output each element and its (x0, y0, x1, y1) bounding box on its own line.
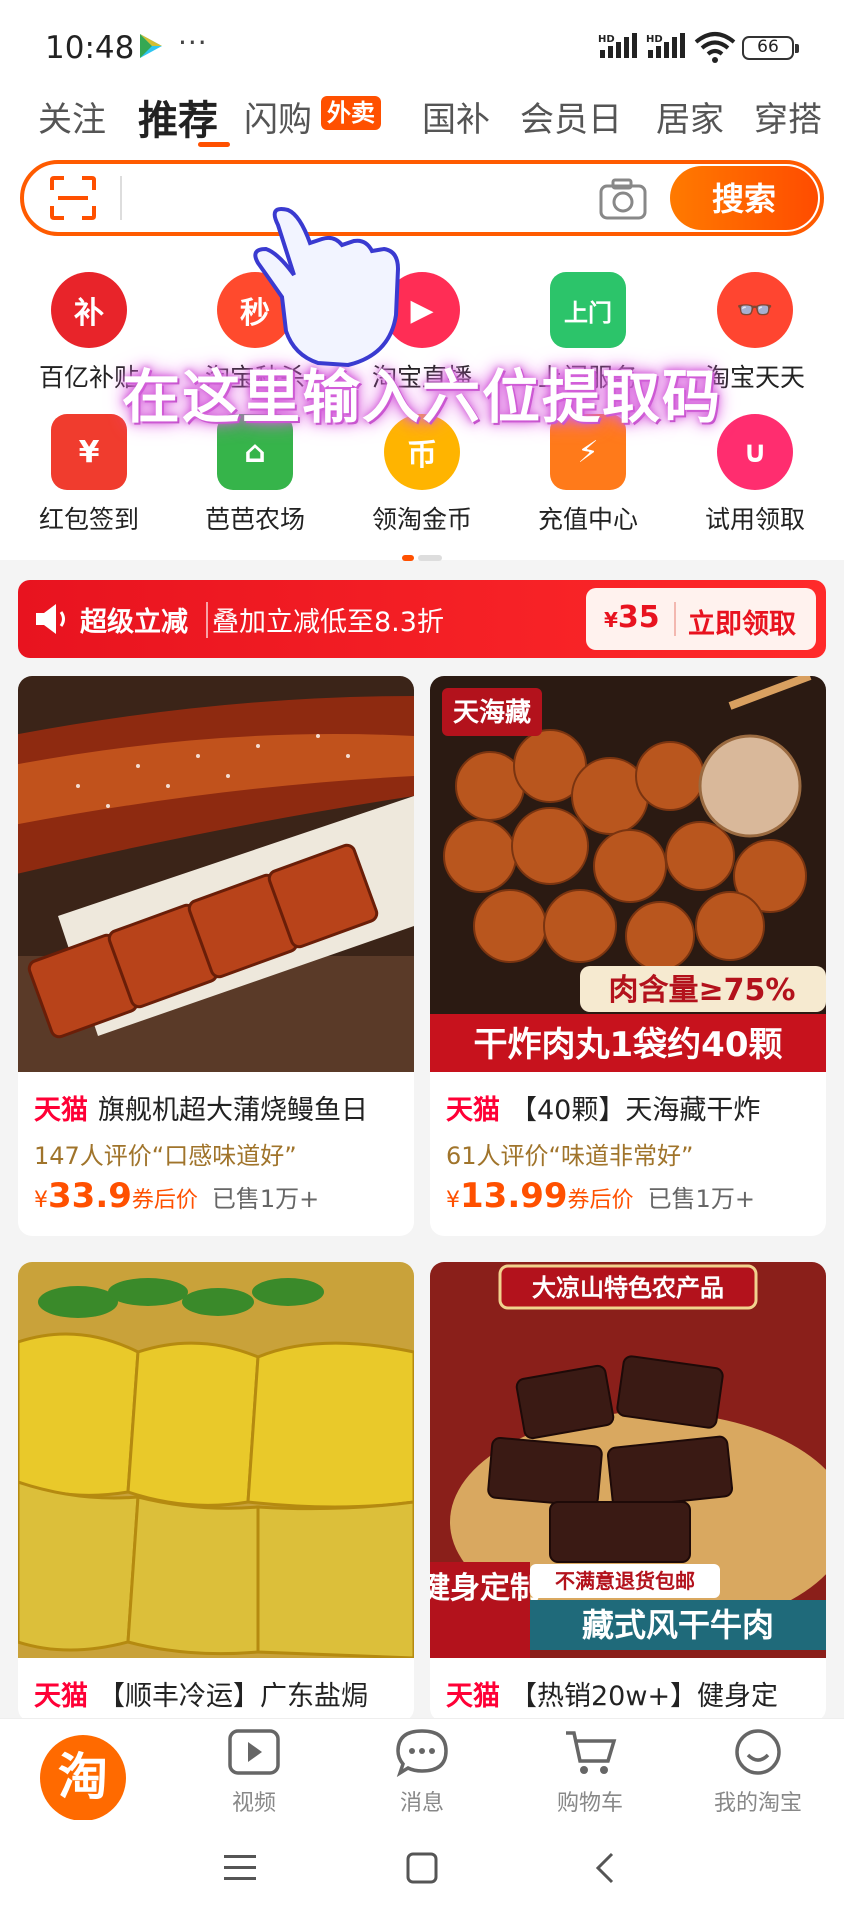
coupon-divider (674, 602, 676, 636)
cart-icon (566, 1731, 617, 1774)
tmall-badge: 天猫 (34, 1681, 88, 1712)
product-image-meatballs[interactable]: 天海藏 肉含量≥75% 干炸肉丸1袋约40颗 (430, 676, 826, 1072)
product-card[interactable]: 大凉山特色农产品 健身定制 不满意退货包邮 藏式风干牛肉 天猫 【热销20w+】健… (430, 1262, 826, 1722)
active-tab-indicator (198, 142, 230, 147)
promo-title: 超级立减 (80, 607, 188, 638)
camera-icon[interactable] (599, 178, 647, 220)
back-icon[interactable] (590, 1852, 620, 1884)
product-title: 天猫 【顺丰冷运】广东盐焗 (34, 1681, 368, 1712)
product-title: 天猫 【40颗】天海藏干炸 (446, 1095, 761, 1126)
product-card[interactable]: 天海藏 肉含量≥75% 干炸肉丸1袋约40颗 天猫 【40颗】天海藏干炸 61人评… (430, 676, 826, 1236)
shortcut-label: 芭芭农场 (204, 505, 305, 534)
signal-icon-2: HD (646, 33, 685, 58)
message-icon (396, 1729, 448, 1778)
product-review: 61人评价“味道非常好” (446, 1142, 694, 1170)
bottom-nav: 淘 视频 消息 购物车 我的淘宝 (0, 1718, 844, 1821)
brand-logo: 天海藏 (453, 698, 531, 728)
nav-cart[interactable]: 购物车 (530, 1727, 650, 1817)
product-image-chicken[interactable] (18, 1262, 414, 1658)
tmall-badge: 天猫 (446, 1095, 500, 1126)
svg-text:HD: HD (598, 34, 615, 45)
glasses-icon: 👓 (717, 272, 793, 348)
search-button[interactable]: 搜索 (670, 166, 818, 230)
more-notifications-icon: ··· (178, 26, 208, 59)
shortcut-label: 试用领取 (704, 505, 805, 534)
takeout-badge: 外卖 (321, 96, 381, 130)
menu-icon[interactable] (222, 1852, 258, 1884)
tab-flash[interactable]: 闪购 (244, 92, 312, 141)
image-tag: 不满意退货包邮 (555, 1569, 695, 1593)
status-bar: 10:48 ··· HD HD 66 (0, 0, 844, 95)
category-tabs: 关注 推荐 闪购 国补 会员日 居家 穿搭 (38, 92, 844, 152)
claim-button[interactable]: 立即领取 (688, 602, 796, 641)
home-icon[interactable] (405, 1852, 439, 1884)
meat-content-badge: 肉含量≥75% (609, 973, 796, 1008)
product-title: 天猫 旗舰机超大蒲烧鳗鱼日 (34, 1095, 368, 1126)
product-card[interactable]: 天猫 旗舰机超大蒲烧鳗鱼日 147人评价“口感味道好” ¥33.9券后价 已售1万+ (18, 676, 414, 1236)
tab-subsidy[interactable]: 国补 (422, 92, 490, 141)
product-title: 天猫 【热销20w+】健身定 (446, 1681, 779, 1712)
svg-text:HD: HD (646, 34, 663, 45)
nav-profile[interactable]: 我的淘宝 (698, 1727, 818, 1817)
search-divider (120, 176, 122, 220)
image-side-label: 健身定制 (430, 1571, 540, 1606)
tab-member-day[interactable]: 会员日 (520, 92, 622, 141)
system-nav-bar (0, 1820, 844, 1920)
nav-label: 消息 (399, 1791, 444, 1816)
battery-icon: 66 (742, 36, 799, 60)
product-price: ¥13.99券后价 已售1万+ (446, 1176, 755, 1216)
tab-outfit[interactable]: 穿搭 (754, 92, 822, 141)
wifi-icon (694, 32, 736, 63)
product-image-beef[interactable]: 大凉山特色农产品 健身定制 不满意退货包邮 藏式风干牛肉 (430, 1262, 826, 1658)
door-service-icon: 上门 (550, 272, 626, 348)
promo-coupon[interactable]: ¥35 立即领取 (586, 588, 816, 650)
promo-subtitle: 叠加立减低至8.3折 (212, 607, 444, 638)
nav-label: 我的淘宝 (713, 1791, 802, 1816)
nav-video[interactable]: 视频 (194, 1727, 314, 1817)
taobao-home-icon[interactable]: 淘 (40, 1735, 126, 1821)
status-time: 10:48 (45, 30, 135, 66)
shortcut-label: 红包签到 (38, 505, 139, 534)
nav-messages[interactable]: 消息 (362, 1727, 482, 1817)
shortcut-label: 领淘金币 (371, 505, 472, 534)
sold-count: 已售1万+ (647, 1185, 755, 1213)
search-bar[interactable]: 搜索 (20, 160, 824, 236)
signal-icon: HD (598, 33, 637, 58)
tmall-badge: 天猫 (34, 1095, 88, 1126)
tab-home[interactable]: 居家 (656, 92, 724, 141)
coupon-amount: ¥35 (604, 600, 660, 635)
video-icon (228, 1729, 280, 1775)
promo-banner[interactable]: 超级立减 叠加立减低至8.3折 ¥35 立即领取 (18, 580, 826, 658)
pointing-hand-icon (253, 207, 401, 368)
page-indicator (402, 546, 442, 561)
promo-divider (206, 602, 208, 638)
speaker-icon (36, 604, 65, 634)
instruction-overlay: 在这里输入六位提取码 (121, 363, 722, 431)
tmall-badge: 天猫 (446, 1681, 500, 1712)
sold-count: 已售1万+ (211, 1185, 320, 1213)
product-image-eel[interactable] (18, 676, 414, 1072)
subsidy-icon: 补 (51, 272, 127, 348)
profile-icon (735, 1729, 781, 1775)
product-price: ¥33.9券后价 已售1万+ (34, 1176, 320, 1216)
tab-recommend[interactable]: 推荐 (138, 92, 218, 146)
tab-follow[interactable]: 关注 (38, 92, 106, 141)
image-caption: 藏式风干牛肉 (582, 1606, 774, 1644)
image-caption: 干炸肉丸1袋约40颗 (474, 1025, 783, 1065)
product-card[interactable]: 天猫 【顺丰冷运】广东盐焗 (18, 1262, 414, 1722)
scan-icon[interactable] (50, 176, 96, 220)
image-top-banner: 大凉山特色农产品 (532, 1274, 724, 1302)
play-store-icon (140, 34, 162, 58)
shortcut-label: 充值中心 (537, 505, 638, 534)
product-review: 147人评价“口感味道好” (34, 1142, 297, 1170)
nav-label: 购物车 (556, 1791, 623, 1816)
nav-label: 视频 (231, 1791, 276, 1816)
